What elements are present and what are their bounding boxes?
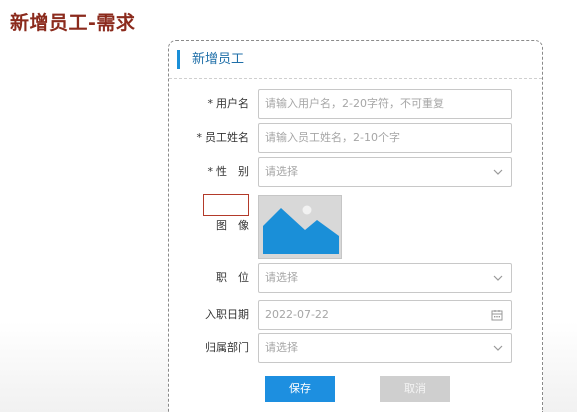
chevron-down-icon xyxy=(493,158,503,186)
cancel-button[interactable]: 取消 xyxy=(380,376,450,402)
required-mark: * xyxy=(207,97,214,110)
department-label: 归属部门 xyxy=(205,341,249,354)
employee-name-label: * 员工姓名 xyxy=(169,123,250,153)
employee-name-label-text: 员工姓名 xyxy=(205,131,249,144)
header-divider xyxy=(169,78,542,79)
username-row: * 用户名 请输入用户名，2-20字符，不可重复 xyxy=(169,89,542,119)
hire-date-picker[interactable]: 2022-07-22 xyxy=(258,300,512,330)
form-header: 新增员工 xyxy=(177,50,244,69)
position-placeholder: 请选择 xyxy=(265,271,298,284)
employee-name-placeholder: 请输入员工姓名，2-10个字 xyxy=(265,131,400,144)
calendar-icon xyxy=(491,301,503,329)
required-mark: * xyxy=(207,165,214,178)
username-label: * 用户名 xyxy=(169,89,250,119)
position-row: 职 位 请选择 xyxy=(169,263,542,293)
avatar-row: 图 像 xyxy=(169,211,542,241)
employee-name-row: * 员工姓名 请输入员工姓名，2-10个字 xyxy=(169,123,542,153)
avatar-upload[interactable] xyxy=(258,195,342,259)
add-employee-form-card: 新增员工 * 用户名 请输入用户名，2-20字符，不可重复 * 员工姓名 请输入员工… xyxy=(168,40,543,412)
gender-label: * 性 别 xyxy=(169,157,250,187)
username-label-text: 用户名 xyxy=(216,97,249,110)
employee-name-input[interactable]: 请输入员工姓名，2-10个字 xyxy=(258,123,512,153)
image-placeholder-icon xyxy=(263,205,339,254)
department-select[interactable]: 请选择 xyxy=(258,333,512,363)
hire-date-label: 入职日期 xyxy=(205,308,249,321)
chevron-down-icon xyxy=(493,334,503,362)
department-placeholder: 请选择 xyxy=(265,341,298,354)
username-placeholder: 请输入用户名，2-20字符，不可重复 xyxy=(265,97,444,110)
username-input[interactable]: 请输入用户名，2-20字符，不可重复 xyxy=(258,89,512,119)
gender-placeholder: 请选择 xyxy=(265,165,298,178)
avatar-label: 图 像 xyxy=(216,219,249,232)
position-select[interactable]: 请选择 xyxy=(258,263,512,293)
slide-title: 新增员工-需求 xyxy=(10,12,136,34)
department-row: 归属部门 请选择 xyxy=(169,333,542,363)
hire-date-row: 入职日期 2022-07-22 xyxy=(169,300,542,330)
position-label: 职 位 xyxy=(216,271,249,284)
save-button[interactable]: 保存 xyxy=(265,376,335,402)
gender-select[interactable]: 请选择 xyxy=(258,157,512,187)
chevron-down-icon xyxy=(493,264,503,292)
hire-date-value: 2022-07-22 xyxy=(265,308,329,321)
gender-row: * 性 别 请选择 xyxy=(169,157,542,187)
gender-label-text: 性 别 xyxy=(216,165,249,178)
required-mark: * xyxy=(196,131,203,144)
